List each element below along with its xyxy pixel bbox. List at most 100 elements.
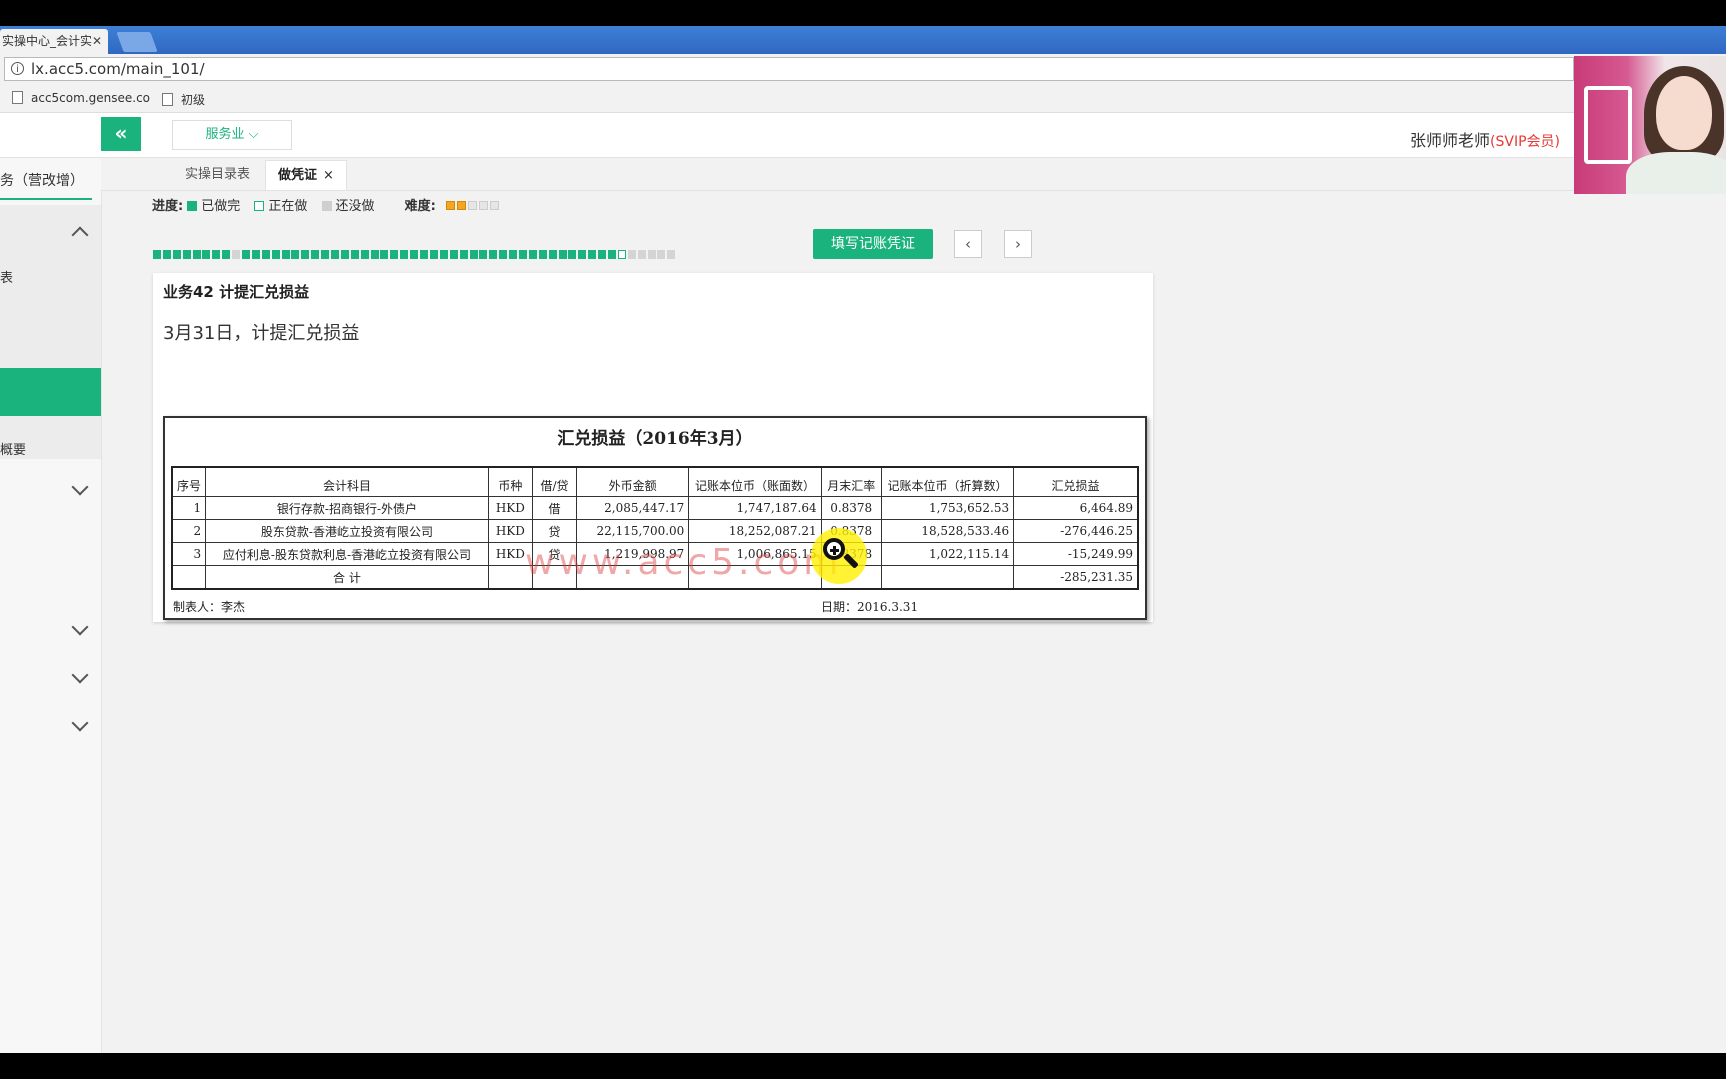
- vip-badge: (SVIP会员): [1490, 134, 1560, 150]
- progress-segment[interactable]: [568, 250, 577, 259]
- collapse-sidebar-button[interactable]: «: [101, 117, 141, 151]
- progress-segment[interactable]: [232, 250, 241, 259]
- progress-segment[interactable]: [518, 250, 527, 259]
- progress-segment[interactable]: [271, 250, 280, 259]
- star-icon: [457, 201, 467, 210]
- progress-segment[interactable]: [558, 250, 567, 259]
- progress-segment[interactable]: [321, 250, 330, 259]
- progress-segment[interactable]: [499, 250, 508, 259]
- exchange-report[interactable]: 汇兑损益（2016年3月） 序号 会计科目 币种 借/贷 外币金额 记账本位币（…: [163, 416, 1147, 620]
- col-header: 币种: [487, 466, 533, 497]
- progress-label: 进度:: [152, 199, 184, 214]
- chevron-down-icon[interactable]: [71, 714, 89, 732]
- progress-segment[interactable]: [390, 250, 399, 259]
- info-icon[interactable]: i: [11, 62, 24, 75]
- progress-segment[interactable]: [667, 250, 676, 259]
- progress-segment[interactable]: [627, 250, 636, 259]
- progress-segment[interactable]: [340, 250, 349, 259]
- progress-segment[interactable]: [301, 250, 310, 259]
- col-header: 汇兑损益: [1013, 466, 1139, 497]
- browser-tab[interactable]: 实操中心_会计实 ✕: [0, 29, 108, 54]
- chevron-down-icon[interactable]: [71, 666, 89, 684]
- progress-segment[interactable]: [479, 250, 488, 259]
- sidebar-item-summary[interactable]: 概要: [0, 439, 26, 458]
- progress-segment[interactable]: [598, 250, 607, 259]
- progress-segment[interactable]: [182, 250, 191, 259]
- tab-practice-catalog[interactable]: 实操目录表: [173, 160, 262, 189]
- todo-swatch: [321, 201, 332, 211]
- col-header: 记账本位币（折算数）: [880, 466, 1015, 497]
- industry-dropdown[interactable]: 服务业 ⌵: [172, 120, 292, 150]
- progress-segment[interactable]: [172, 250, 181, 259]
- close-icon[interactable]: ✕: [92, 29, 102, 54]
- col-header: 外币金额: [576, 466, 690, 497]
- sidebar-item-active[interactable]: [0, 368, 101, 416]
- table-row: 2 股东贷款-香港屹立投资有限公司 HKD 贷 22,115,700.00 18…: [171, 519, 1139, 543]
- progress-segment[interactable]: [469, 250, 478, 259]
- progress-segment[interactable]: [291, 250, 300, 259]
- cell: HKD: [487, 496, 533, 520]
- progress-segment[interactable]: [538, 250, 547, 259]
- sidebar: 务（营改增） 表 概要: [0, 158, 102, 1053]
- progress-segment[interactable]: [311, 250, 320, 259]
- bookmark-chuji[interactable]: 初级: [162, 91, 205, 108]
- url-text: lx.acc5.com/main_101/: [31, 60, 205, 78]
- progress-segment[interactable]: [153, 250, 161, 259]
- progress-segment[interactable]: [509, 250, 518, 259]
- progress-segment[interactable]: [192, 250, 201, 259]
- progress-segment[interactable]: [251, 250, 260, 259]
- progress-segment[interactable]: [360, 250, 369, 259]
- cell: 18,252,087.21: [688, 519, 822, 543]
- progress-segment[interactable]: [647, 250, 656, 259]
- progress-segment[interactable]: [212, 250, 221, 259]
- prev-button[interactable]: ‹: [954, 230, 982, 258]
- progress-segment[interactable]: [588, 250, 597, 259]
- chevron-up-icon[interactable]: [71, 226, 89, 244]
- preparer: 制表人：李杰: [173, 600, 246, 614]
- progress-segment[interactable]: [331, 250, 340, 259]
- progress-segment[interactable]: [657, 250, 666, 259]
- progress-segment[interactable]: [449, 250, 458, 259]
- progress-segment[interactable]: [261, 250, 270, 259]
- progress-segment[interactable]: [162, 250, 171, 259]
- progress-segment[interactable]: [222, 250, 231, 259]
- star-icon: [446, 201, 456, 210]
- progress-segment[interactable]: [370, 250, 379, 259]
- progress-segment[interactable]: [350, 250, 359, 259]
- progress-segment[interactable]: [281, 250, 290, 259]
- progress-segment[interactable]: [202, 250, 211, 259]
- progress-segment[interactable]: [410, 250, 419, 259]
- progress-segment[interactable]: [489, 250, 498, 259]
- address-bar[interactable]: i lx.acc5.com/main_101/: [4, 57, 1574, 81]
- progress-segment[interactable]: [420, 250, 429, 259]
- progress-segment[interactable]: [528, 250, 537, 259]
- bookmark-label: acc5com.gensee.co: [31, 91, 151, 105]
- fill-voucher-button[interactable]: 填写记账凭证: [813, 229, 933, 259]
- tab-make-voucher[interactable]: 做凭证 ×: [265, 160, 347, 190]
- progress-segment[interactable]: [607, 250, 616, 259]
- done-label: 已做完: [201, 199, 241, 214]
- progress-segment[interactable]: [548, 250, 557, 259]
- progress-segment[interactable]: [400, 250, 409, 259]
- cell: 1,747,187.64: [688, 496, 822, 520]
- bookmark-acc5[interactable]: acc5com.gensee.co: [12, 91, 150, 105]
- screen: 实操中心_会计实 ✕ i lx.acc5.com/main_101/ acc5c…: [0, 26, 1726, 1053]
- progress-segment[interactable]: [578, 250, 587, 259]
- sidebar-item-table[interactable]: 表: [0, 267, 13, 286]
- new-tab-button[interactable]: [116, 32, 158, 52]
- zoom-cursor-icon: [811, 528, 867, 584]
- sidebar-title[interactable]: 务（营改增）: [0, 164, 92, 200]
- progress-segment[interactable]: [380, 250, 389, 259]
- user-info[interactable]: 张师师老师(SVIP会员): [1410, 127, 1560, 151]
- tab-label: 做凭证: [278, 168, 318, 183]
- progress-segment[interactable]: [429, 250, 438, 259]
- close-icon[interactable]: ×: [323, 168, 334, 183]
- progress-segment[interactable]: [242, 250, 251, 259]
- progress-segment[interactable]: [617, 250, 626, 259]
- progress-segment[interactable]: [459, 250, 468, 259]
- progress-segment[interactable]: [637, 250, 646, 259]
- chevron-down-icon[interactable]: [71, 618, 89, 636]
- progress-segment[interactable]: [439, 250, 448, 259]
- chevron-down-icon[interactable]: [71, 478, 89, 496]
- next-button[interactable]: ›: [1004, 230, 1032, 258]
